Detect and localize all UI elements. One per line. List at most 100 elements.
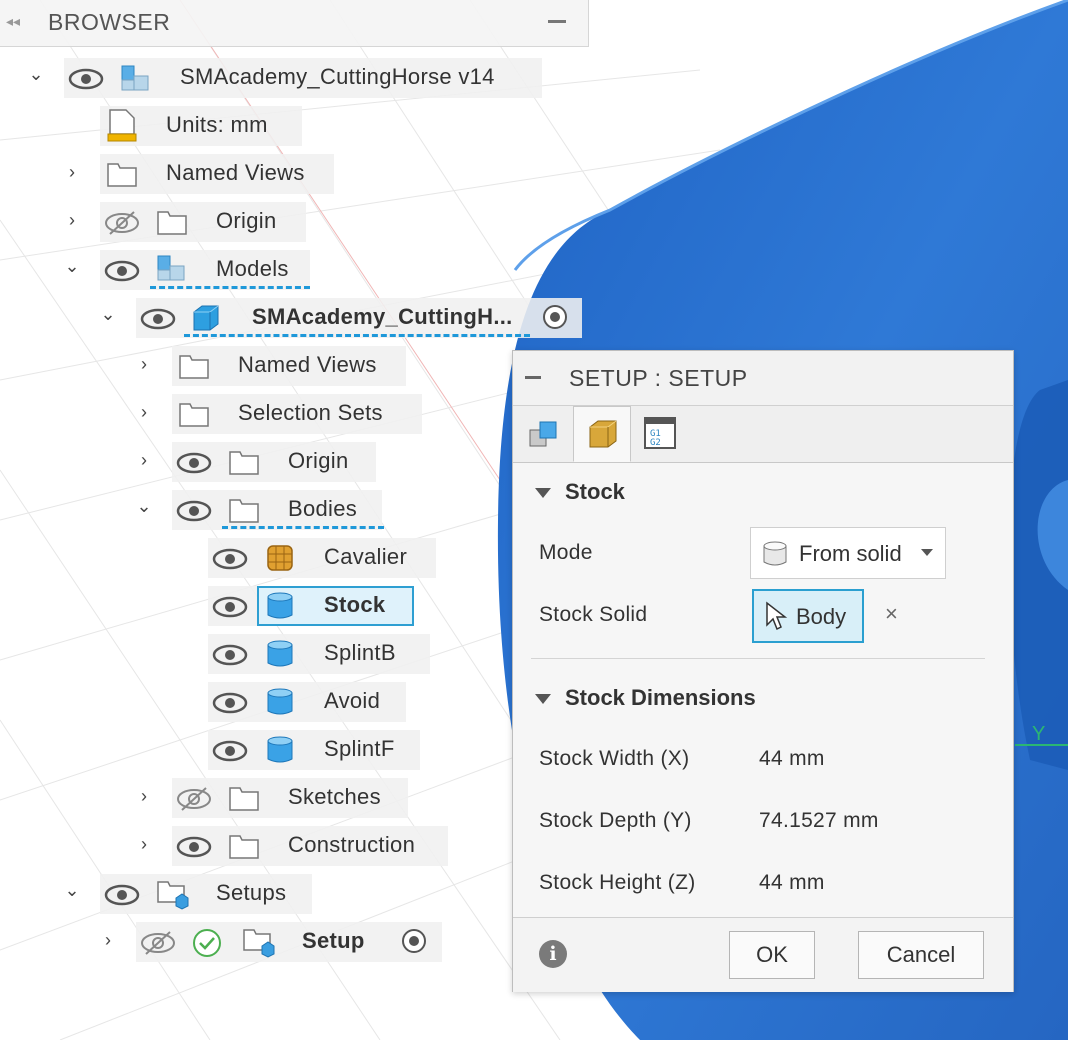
stock-dimensions-header[interactable]: Stock Dimensions	[535, 685, 756, 711]
body-icon	[267, 688, 293, 715]
tree-item-label: Origin	[288, 448, 349, 473]
dialog-tabs: G1 G2	[513, 406, 1013, 463]
program-list-icon: G1G2	[644, 417, 676, 449]
triangle-down-icon	[535, 488, 551, 499]
tree-item-label: Bodies	[288, 496, 358, 521]
eye-icon[interactable]	[176, 452, 212, 474]
cursor-arrow-icon	[766, 601, 788, 631]
y-axis-label: Y	[1032, 723, 1045, 745]
eye-icon[interactable]	[212, 644, 248, 666]
chevron-down-icon[interactable]: ⌄	[134, 496, 154, 517]
eye-icon[interactable]	[68, 68, 104, 90]
stock-height-value: 44 mm	[759, 871, 825, 894]
eye-hidden-icon[interactable]	[176, 786, 212, 812]
eye-icon[interactable]	[212, 740, 248, 762]
tree-item-label: Models	[216, 256, 289, 281]
tree-item-label: SplintF	[324, 736, 395, 761]
stock-width-label: Stock Width (X)	[539, 747, 690, 770]
dropdown-caret-icon	[921, 549, 933, 556]
minimize-icon[interactable]	[548, 20, 566, 23]
stock-solid-label: Stock Solid	[539, 603, 648, 626]
chevron-down-icon[interactable]: ⌄	[62, 256, 82, 277]
chevron-right-icon[interactable]: ›	[62, 162, 82, 183]
tree-item-label: Construction	[288, 832, 416, 857]
chevron-right-icon[interactable]: ›	[134, 354, 154, 375]
folder-icon	[229, 451, 259, 475]
folder-icon	[229, 835, 259, 859]
setup-dialog: SETUP : SETUP G1 G2 Stock Mode From solid…	[512, 350, 1014, 992]
tree-item-setup[interactable]	[136, 922, 442, 962]
body-mesh-icon	[267, 545, 293, 571]
tree-item-label: Avoid	[324, 688, 381, 713]
chevron-down-icon[interactable]: ⌄	[62, 880, 82, 901]
tree-item-label: SMAcademy_CuttingHorse v14	[180, 64, 495, 89]
stock-section-header[interactable]: Stock	[535, 479, 625, 505]
tree-item-label: SMAcademy_CuttingH...	[252, 304, 513, 329]
browser-title: BROWSER	[48, 9, 171, 35]
eye-icon[interactable]	[104, 884, 140, 906]
stock-height-label: Stock Height (Z)	[539, 871, 696, 894]
eye-icon[interactable]	[104, 260, 140, 282]
linked-underline	[184, 328, 530, 337]
stock-depth-value: 74.1527 mm	[759, 809, 879, 832]
cancel-button[interactable]: Cancel	[858, 931, 984, 979]
tree-item-label: Selection Sets	[238, 400, 383, 425]
chevron-right-icon[interactable]: ›	[134, 402, 154, 423]
svg-text:G2: G2	[650, 438, 661, 448]
assembly-icon	[121, 65, 149, 91]
info-icon[interactable]: i	[539, 940, 567, 968]
tree-item-label: Origin	[216, 208, 277, 233]
stock-box-icon	[589, 420, 617, 448]
chevron-right-icon[interactable]: ›	[134, 450, 154, 471]
chevron-right-icon[interactable]: ›	[134, 834, 154, 855]
cylinder-icon	[763, 541, 787, 566]
tab-setup[interactable]	[515, 406, 573, 462]
mode-select-value: From solid	[799, 541, 902, 566]
stock-solid-selection[interactable]: Body	[752, 589, 864, 643]
setup-folder-icon	[157, 881, 189, 910]
eye-hidden-icon[interactable]	[104, 210, 140, 236]
triangle-down-icon	[535, 694, 551, 705]
chevron-right-icon[interactable]: ›	[62, 210, 82, 231]
dialog-title-bar[interactable]: SETUP : SETUP	[513, 351, 1013, 406]
stock-dimensions-title: Stock Dimensions	[565, 685, 756, 710]
tab-post-process[interactable]: G1 G2	[631, 406, 689, 462]
tab-stock[interactable]	[573, 406, 631, 462]
body-icon	[267, 640, 293, 667]
tree-item-label: SplintB	[324, 640, 396, 665]
eye-icon[interactable]	[140, 308, 176, 330]
stock-section-title: Stock	[565, 479, 625, 504]
linked-underline	[150, 280, 310, 289]
tree-item-label: Units: mm	[166, 112, 268, 137]
folder-icon	[107, 163, 137, 187]
collapse-panel-icon[interactable]: ◂◂	[6, 13, 20, 30]
mode-select[interactable]: From solid	[750, 527, 946, 579]
dialog-title: SETUP : SETUP	[569, 365, 748, 391]
tree-item-label: Cavalier	[324, 544, 408, 569]
tree-item-label: Stock	[324, 592, 386, 617]
activate-radio-icon[interactable]	[543, 305, 567, 329]
eye-icon[interactable]	[176, 836, 212, 858]
dialog-footer: i OK Cancel	[513, 917, 1013, 992]
chevron-right-icon[interactable]: ›	[134, 786, 154, 807]
eye-icon[interactable]	[176, 500, 212, 522]
collapse-dialog-icon[interactable]	[525, 376, 541, 379]
eye-icon[interactable]	[212, 692, 248, 714]
clear-selection-icon[interactable]: ×	[885, 601, 898, 627]
stock-width-value: 44 mm	[759, 747, 825, 770]
ok-button[interactable]: OK	[729, 931, 815, 979]
section-divider	[531, 658, 985, 659]
eye-icon[interactable]	[212, 596, 248, 618]
chevron-right-icon[interactable]: ›	[98, 930, 118, 951]
tree-item-label: Setup	[302, 928, 365, 953]
folder-icon	[179, 403, 209, 427]
tree-item-label: Named Views	[166, 160, 305, 185]
folder-icon	[157, 211, 187, 235]
eye-icon[interactable]	[212, 548, 248, 570]
stock-solid-value: Body	[796, 604, 847, 629]
body-icon	[267, 592, 293, 619]
eye-hidden-icon[interactable]	[140, 930, 176, 956]
chevron-down-icon[interactable]: ⌄	[26, 64, 46, 85]
activate-radio-icon[interactable]	[402, 929, 426, 953]
chevron-down-icon[interactable]: ⌄	[98, 304, 118, 325]
